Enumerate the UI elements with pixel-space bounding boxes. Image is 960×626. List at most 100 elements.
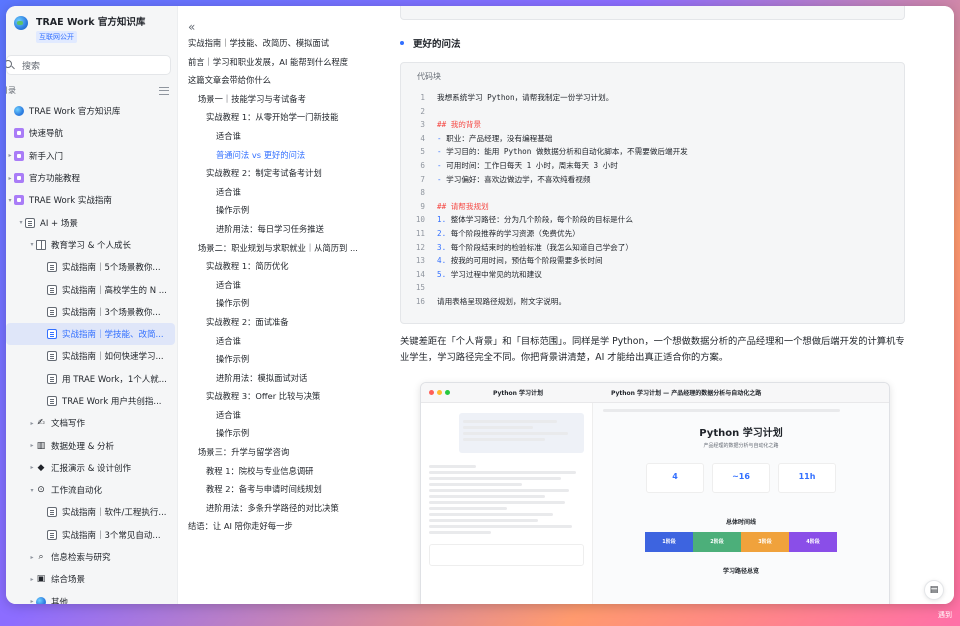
toc-item[interactable]: 操作示例	[178, 350, 400, 369]
caret-right-icon[interactable]: ▸	[28, 442, 36, 449]
sidebar-item[interactable]: 快速导航	[6, 122, 177, 144]
list-marker: 1.	[437, 215, 451, 225]
caret-down-icon[interactable]: ▾	[28, 241, 36, 248]
toc-item[interactable]: 适合谁	[178, 183, 400, 202]
knowledge-base-title[interactable]: TRAE Work 官方知识库	[36, 14, 145, 28]
caret-right-icon[interactable]: ▸	[28, 598, 36, 604]
toc-item[interactable]: 场景三：升学与留学咨询	[178, 443, 400, 462]
code-line: 12 3. 每个阶段结束时的检验标准（我怎么知道自己学会了）	[401, 241, 904, 255]
floating-action-icon[interactable]: ▤	[924, 580, 944, 600]
toc-item[interactable]: 实战教程 2：面试准备	[178, 313, 400, 332]
caret-right-icon[interactable]: ▸	[28, 576, 36, 583]
preview-subtitle: 产品经理的数据分析与自动化之路	[703, 443, 779, 449]
sidebar-item[interactable]: 实战指南｜5个场景教你...	[6, 256, 177, 278]
toc-item[interactable]: 实战指南｜学技能、改简历、模拟面试	[178, 34, 400, 53]
toc-item[interactable]: 操作示例	[178, 294, 400, 313]
sidebar-item[interactable]: 实战指南｜学技能、改简...	[6, 322, 175, 346]
doc-icon	[47, 351, 57, 362]
toc-item[interactable]: 前言｜学习和职业发展，AI 能帮到什么程度	[178, 53, 400, 72]
code-line: 8	[401, 186, 904, 200]
toc-item[interactable]: 适合谁	[178, 332, 400, 351]
sidebar-item[interactable]: 实战指南｜3个场景教你...	[6, 301, 177, 323]
sidebar-item[interactable]: 实战指南｜3个常见自动...	[6, 524, 177, 546]
search-input[interactable]: 搜索	[6, 55, 171, 75]
globe-icon	[14, 106, 24, 117]
sidebar-item[interactable]: 用 TRAE Work，1个人就...	[6, 368, 177, 390]
collapse-double-chevron-icon[interactable]: «	[188, 20, 195, 34]
code-line: 4 - 职业：产品经理，没有编程基础	[401, 132, 904, 146]
overview-title: 学习路径总览	[722, 568, 759, 575]
list-marker: -	[437, 133, 447, 143]
toc-item[interactable]: 操作示例	[178, 201, 400, 220]
toc-item[interactable]: 实战教程 3：Offer 比较与决策	[178, 387, 400, 406]
toc-item[interactable]: 结语：让 AI 陪你走好每一步	[178, 517, 400, 536]
line-number: 7	[420, 174, 425, 184]
stat-row: 4 ~16 11h	[593, 463, 889, 493]
line-number: 15	[415, 283, 425, 293]
sidebar-item[interactable]: ▾ AI + 场景	[6, 211, 177, 233]
sidebar-item[interactable]: ▸ ▣ 综合场景	[6, 568, 177, 590]
caret-right-icon[interactable]: ▸	[28, 420, 36, 427]
sidebar-item-label: 用 TRAE Work，1个人就...	[62, 374, 167, 385]
toc-item[interactable]: 进阶用法：多条升学路径的对比决策	[178, 499, 400, 518]
toc-item[interactable]: 这篇文章会带给你什么	[178, 71, 400, 90]
toc-item[interactable]: 实战教程 1：简历优化	[178, 257, 400, 276]
table-of-contents: « 实战指南｜学技能、改简历、模拟面试 前言｜学习和职业发展，AI 能帮到什么程度…	[178, 6, 400, 604]
toc-item[interactable]: 教程 1：院校与专业信息调研	[178, 462, 400, 481]
sidebar-item[interactable]: ▸ ▥ 数据处理 & 分析	[6, 434, 177, 456]
toc-item[interactable]: 适合谁	[178, 127, 400, 146]
sidebar-item[interactable]: 实战指南｜软件/工程执行...	[6, 501, 177, 523]
toc-item[interactable]: 实战教程 2：制定考试备考计划	[178, 164, 400, 183]
screenshot-tab-title: Python 学习计划	[493, 390, 544, 397]
doc-icon	[47, 373, 57, 384]
sidebar-item[interactable]: TRAE Work 官方知识库	[6, 100, 177, 122]
toc-item[interactable]: 场景二：职业规划与求职就业｜从简历到 ...	[178, 239, 400, 258]
sidebar-item[interactable]: ▾ ⊙ 工作流自动化	[6, 479, 177, 501]
caret-right-icon[interactable]: ▸	[28, 464, 36, 471]
sidebar-item[interactable]: 实战指南｜如何快速学习...	[6, 345, 177, 367]
sidebar-item[interactable]: ▸ 其他	[6, 591, 177, 604]
purple-page-icon	[14, 173, 24, 184]
sidebar-item[interactable]: TRAE Work 用户共创指...	[6, 390, 177, 412]
caret-down-icon[interactable]: ▾	[6, 197, 14, 204]
toc-item[interactable]: 适合谁	[178, 276, 400, 295]
toc-item[interactable]: 适合谁	[178, 406, 400, 425]
caret-right-icon[interactable]: ▸	[28, 554, 36, 561]
sidebar-item[interactable]: 实战指南｜高校学生的 N ...	[6, 278, 177, 300]
sidebar-item-label: 实战指南｜学技能、改简...	[62, 330, 164, 341]
minimize-dot-icon	[437, 390, 442, 395]
code-text: - 学习偏好：喜欢边做边学，不喜欢纯看视频	[437, 173, 590, 187]
sidebar-item[interactable]: ▸ 新手入门	[6, 145, 177, 167]
caret-right-icon[interactable]: ▸	[6, 152, 14, 159]
line-number: 8	[420, 188, 425, 198]
toc-item[interactable]: 实战教程 1：从零开始学一门新技能	[178, 108, 400, 127]
code-text: 我想系统学习 Python，请帮我制定一份学习计划。	[437, 93, 614, 102]
code-line: 15	[401, 281, 904, 295]
sidebar-item[interactable]: ▸ ✍ 文档写作	[6, 412, 177, 434]
caret-down-icon[interactable]: ▾	[28, 487, 36, 494]
sidebar-item[interactable]: ▾ TRAE Work 实战指南	[6, 189, 177, 211]
toc-item[interactable]: 教程 2：备考与申请时间线规划	[178, 480, 400, 499]
code-block[interactable]: 代码块 1 我想系统学习 Python，请帮我制定一份学习计划。 2 3 ## 我的背景…	[400, 62, 905, 324]
list-toggle-icon[interactable]	[159, 86, 169, 95]
toc-item[interactable]: 场景一｜技能学习与考试备考	[178, 90, 400, 109]
toc-item[interactable]: 操作示例	[178, 424, 400, 443]
sidebar-item[interactable]: ▾ 教育学习 & 个人成长	[6, 234, 177, 256]
doc-icon	[47, 329, 57, 340]
code-line: 7 - 学习偏好：喜欢边做边学，不喜欢纯看视频	[401, 173, 904, 187]
caret-right-icon[interactable]: ▸	[6, 175, 14, 182]
toc-item[interactable]: 进阶用法：模拟面试对话	[178, 369, 400, 388]
sidebar-item[interactable]: ▸ ⌕ 信息检索与研究	[6, 546, 177, 568]
sidebar-tree: TRAE Work 官方知识库 快速导航 ▸ 新手入门 ▸ 官方功能教程 ▾ TRAE Wor…	[6, 100, 177, 604]
section-heading: 更好的问法	[400, 36, 461, 50]
sidebar-item-label: 实战指南｜软件/工程执行...	[62, 508, 167, 519]
toc-item[interactable]: 普通问法 vs 更好的问法	[178, 146, 400, 165]
toc-item[interactable]: 进阶用法：每日学习任务推送	[178, 220, 400, 239]
caret-down-icon[interactable]: ▾	[17, 219, 25, 226]
sidebar-item[interactable]: ▸ 官方功能教程	[6, 167, 177, 189]
sidebar-item[interactable]: ▸ ◆ 汇报演示 & 设计创作	[6, 457, 177, 479]
toc-list: 实战指南｜学技能、改简历、模拟面试 前言｜学习和职业发展，AI 能帮到什么程度 这篇…	[178, 34, 400, 536]
code-line: 10 1. 整体学习路径：分为几个阶段，每个阶段的目标是什么	[401, 213, 904, 227]
code-line-text: 每个阶段推荐的学习资源（免费优先）	[450, 228, 580, 238]
code-line-text: 学习目的：能用 Python 做数据分析和自动化脚本，不需要做后端开发	[446, 147, 688, 157]
